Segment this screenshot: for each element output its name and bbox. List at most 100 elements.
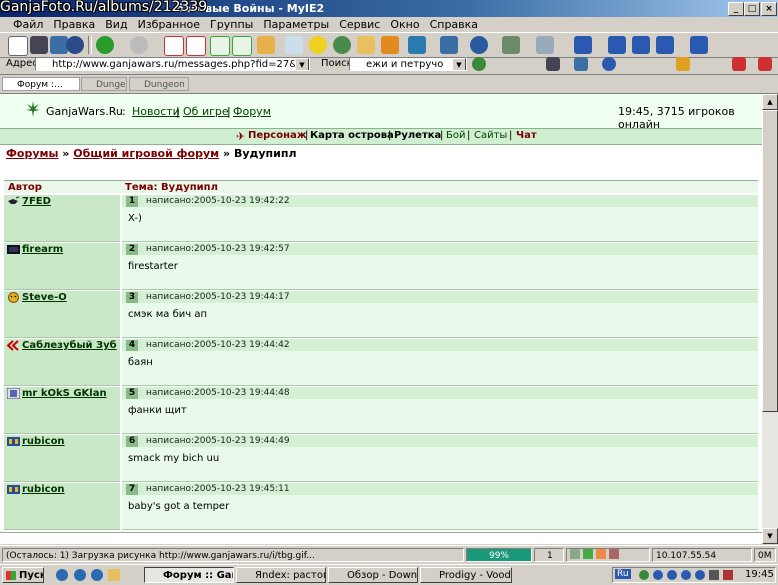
search-dropdown-icon[interactable]: ▼ (452, 58, 466, 70)
addr-sync-icon[interactable] (602, 57, 616, 71)
author-link[interactable]: 7FED (22, 196, 51, 207)
tray-icon[interactable] (639, 570, 649, 580)
menu-view[interactable]: Вид (105, 18, 127, 31)
start-button[interactable]: Пуск (2, 567, 44, 583)
message-text: firestarter (128, 261, 178, 272)
url-dropdown-icon[interactable]: ▼ (295, 58, 309, 70)
tray-icon[interactable] (695, 570, 705, 580)
author-link[interactable]: firearm (22, 244, 63, 255)
scroll-up-icon[interactable]: ▲ (762, 94, 778, 110)
quicklaunch-icon[interactable] (108, 569, 120, 581)
favorites-icon[interactable] (309, 36, 327, 54)
popup-icon (583, 549, 593, 559)
stop-icon[interactable] (164, 36, 184, 56)
menu-roulette[interactable]: Рулетка (394, 130, 441, 141)
nav-about-link[interactable]: Об игре (183, 105, 229, 118)
ie-quicklaunch-icon[interactable] (56, 569, 68, 581)
menu-edit[interactable]: Правка (53, 18, 95, 31)
tab-dungeon-1[interactable]: Dungeon ... (81, 77, 127, 91)
new-page-icon[interactable] (8, 36, 28, 56)
nav-forum-link[interactable]: Форум (233, 105, 271, 118)
tray-icon[interactable] (681, 570, 691, 580)
quicklaunch-icon[interactable] (74, 569, 86, 581)
breadcrumb-forums-link[interactable]: Форумы (6, 147, 58, 160)
url-field[interactable]: http://www.ganjawars.ru/messages.php?fid… (35, 57, 310, 71)
mail-icon[interactable] (536, 36, 554, 54)
search-icon[interactable] (285, 36, 303, 54)
author-link[interactable]: mr kOkS GKlan (22, 388, 107, 399)
tray-icon[interactable] (653, 570, 663, 580)
resize-icon[interactable] (608, 36, 626, 54)
addr-close-all-icon[interactable] (758, 57, 772, 71)
vertical-scrollbar[interactable]: ▲ ▼ (762, 94, 778, 544)
menu-character[interactable]: Персонаж (248, 130, 307, 141)
refresh-icon[interactable] (210, 36, 230, 56)
quicklaunch-icon[interactable] (91, 569, 103, 581)
language-indicator[interactable]: Ru (615, 569, 631, 579)
maximize-button[interactable]: □ (744, 2, 760, 16)
menu-help[interactable]: Справка (430, 18, 478, 31)
scroll-thumb[interactable] (762, 110, 778, 412)
task-prodigy[interactable]: Prodigy - Voodoo ... (420, 567, 512, 583)
menu-groups[interactable]: Группы (210, 18, 253, 31)
undo-icon[interactable] (574, 36, 592, 54)
author-link[interactable]: rubicon (22, 484, 65, 495)
addr-tools-icon[interactable] (676, 57, 690, 71)
task-yandex[interactable]: Яndex: растома... (236, 567, 326, 583)
menu-sites[interactable]: Сайты (474, 130, 507, 141)
proxy-icon[interactable] (502, 36, 520, 54)
task-label: Яndex: растома... (255, 570, 325, 581)
tab-dungeon-2[interactable]: Dungeon Sie... (129, 77, 189, 91)
save-icon[interactable] (30, 36, 48, 54)
menu-options[interactable]: Параметры (263, 18, 329, 31)
message-text: баян (128, 357, 153, 368)
folder-icon[interactable] (357, 36, 375, 54)
menu-island-map[interactable]: Карта острова (310, 130, 394, 141)
search-text: ежи и петручо (366, 59, 444, 70)
download-icon[interactable] (632, 36, 650, 54)
author-link[interactable]: rubicon (22, 436, 65, 447)
home-icon[interactable] (257, 36, 275, 54)
menu-tools[interactable]: Сервис (339, 18, 380, 31)
author-link[interactable]: Саблезубый Зуб (22, 340, 117, 351)
breadcrumb-forum-link[interactable]: Общий игровой форум (73, 147, 219, 160)
addr-window-icon[interactable] (574, 57, 588, 71)
forward-icon[interactable] (130, 36, 148, 54)
tab-forum[interactable]: Форум :... (2, 77, 80, 91)
close-button[interactable]: × (761, 2, 777, 16)
menu-favorites[interactable]: Избранное (138, 18, 200, 31)
menu-file[interactable]: Файл (13, 18, 43, 31)
menu-battle[interactable]: Бой (446, 130, 465, 141)
globe-icon[interactable] (66, 36, 84, 54)
menu-window[interactable]: Окно (390, 18, 419, 31)
tray-icon[interactable] (709, 570, 719, 580)
go-icon[interactable] (472, 57, 486, 71)
minimize-button[interactable]: _ (728, 2, 744, 16)
author-link[interactable]: Steve-O (22, 292, 67, 303)
nav-news-link[interactable]: Новости (132, 105, 180, 118)
tray-icon[interactable] (667, 570, 677, 580)
addr-close-icon[interactable] (732, 57, 746, 71)
message-header: 6 написано: 2005-10-23 19:44:49 (122, 435, 758, 447)
message-text: фанки щит (128, 405, 187, 416)
layout-icon[interactable] (656, 36, 674, 54)
translate-icon[interactable] (440, 36, 458, 54)
user-icon[interactable] (381, 36, 399, 54)
font-icon[interactable] (408, 36, 426, 54)
task-forum[interactable]: Форум :: Gan... (144, 567, 234, 583)
refresh-all-icon[interactable] (232, 36, 252, 56)
grid-icon[interactable] (690, 36, 708, 54)
table-row: firearm 2 написано: 2005-10-23 19:42:57 … (4, 243, 758, 291)
volume-icon[interactable] (723, 570, 733, 580)
history-icon[interactable] (333, 36, 351, 54)
menu-chat[interactable]: Чат (516, 130, 537, 141)
back-icon[interactable] (96, 36, 114, 54)
addr-save-icon[interactable] (546, 57, 560, 71)
task-downloads[interactable]: Обзор - Downloads (328, 567, 418, 583)
message-date: 2005-10-23 19:44:17 (194, 292, 290, 302)
message-number: 2 (126, 244, 138, 255)
scroll-down-icon[interactable]: ▼ (762, 528, 778, 544)
stop-all-icon[interactable] (186, 36, 206, 56)
internet-icon[interactable] (470, 36, 488, 54)
search-field[interactable]: ежи и петручо ▼ (349, 57, 467, 71)
